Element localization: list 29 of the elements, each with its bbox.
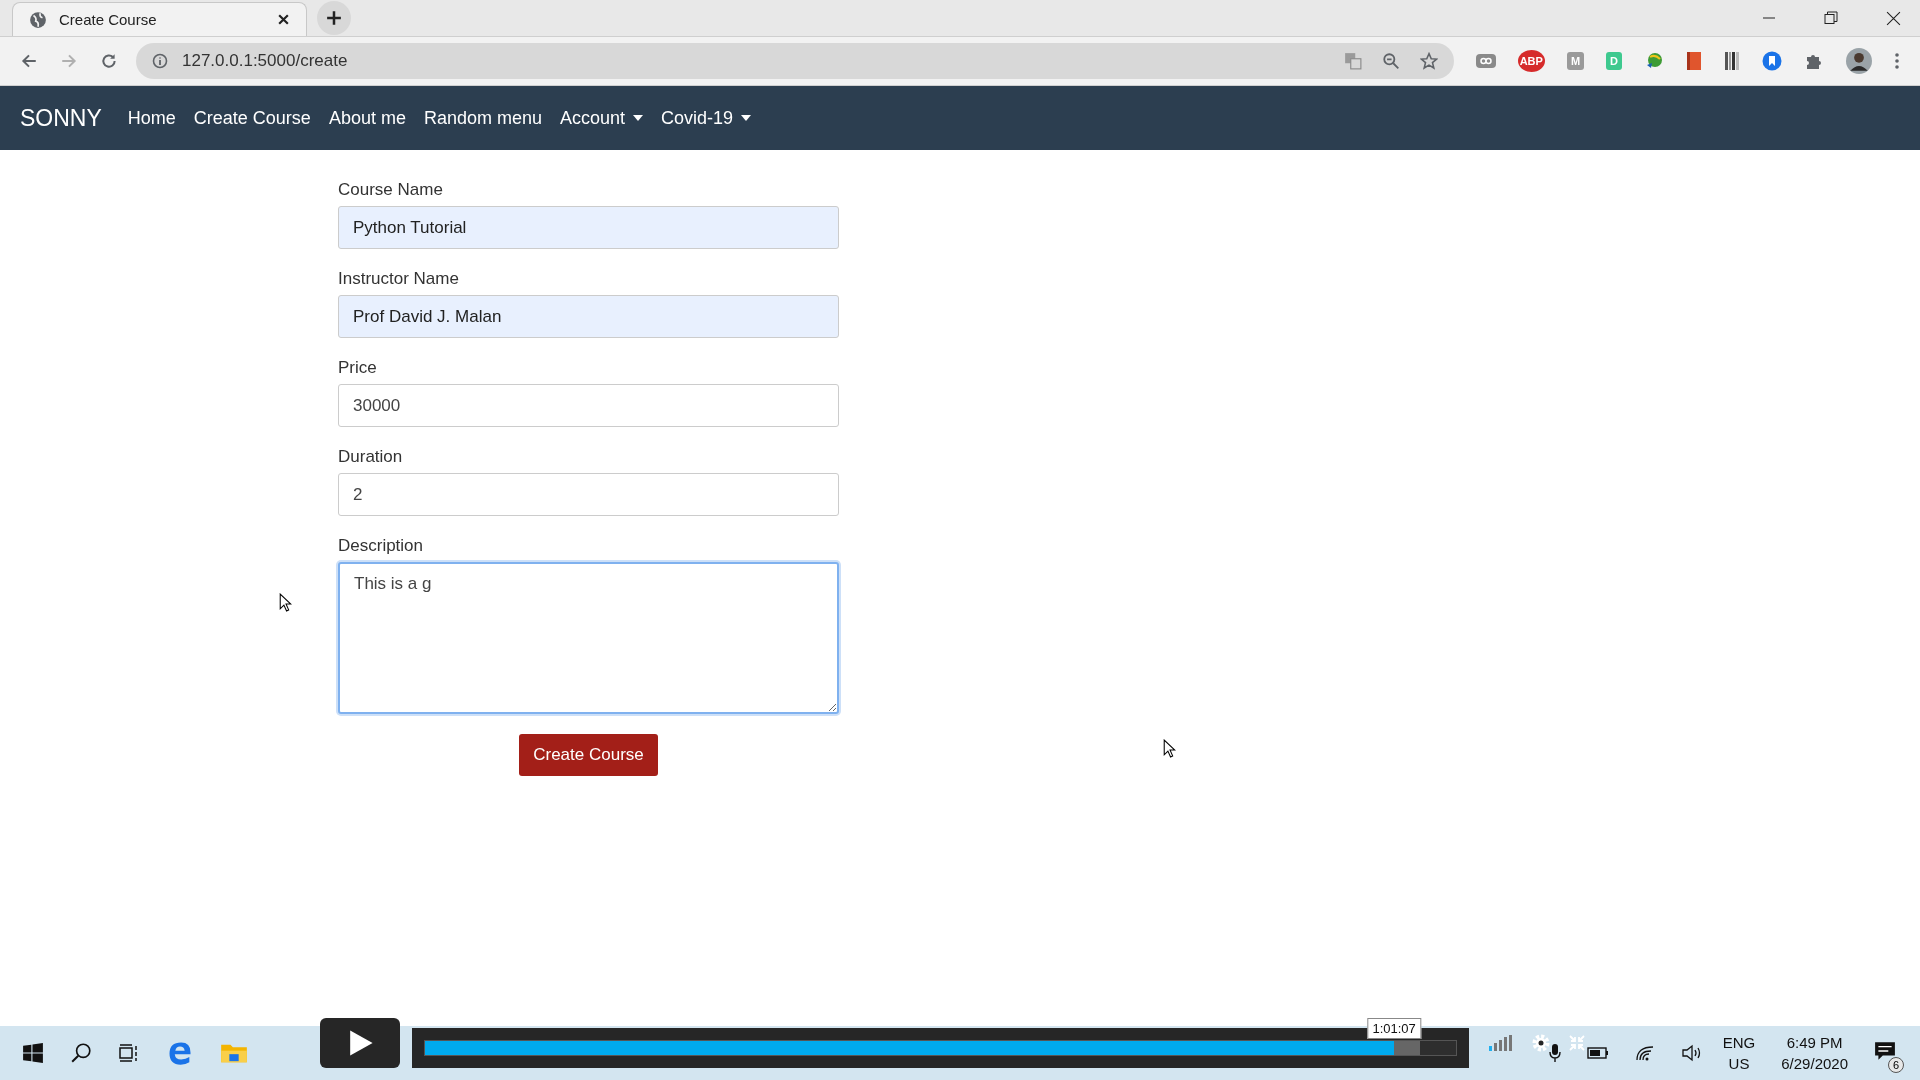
nav-link[interactable]: Random menu [423,107,542,129]
language-indicator[interactable]: ENG [1722,1034,1756,1051]
field-label: Price [338,358,378,378]
time-tooltip: 1:01:07 [1367,1018,1421,1039]
create-course-button[interactable]: Create Course [519,734,658,776]
nav-link[interactable]: About me [328,107,406,129]
address-bar[interactable]: 127.0.0.1:5000/create [136,43,1454,79]
browser-tab[interactable]: Create Course [12,2,307,36]
field-label: Description [338,536,425,556]
url-text: 127.0.0.1:5000/create [182,51,348,71]
extension-button[interactable]: ABP [1517,50,1545,72]
description-field[interactable]: This is a g [338,562,839,714]
clock-date[interactable]: 6/29/2020 [1781,1055,1848,1072]
nav-link[interactable]: Account [560,107,644,129]
nav-link[interactable]: Create Course [193,107,311,129]
input-field[interactable]: Python Tutorial [338,206,839,249]
field-label: Duration [338,447,404,467]
input-field[interactable]: 30000 [338,384,839,427]
input-field[interactable]: 2 [338,473,839,516]
notification-count: 6 [1888,1057,1904,1073]
field-label: Instructor Name [338,269,460,289]
brand-logo[interactable]: SONNY [20,104,102,132]
nav-link[interactable]: Covid-19 [661,107,752,129]
region-indicator[interactable]: US [1728,1055,1750,1072]
clock-time[interactable]: 6:49 PM [1786,1034,1843,1051]
nav-link[interactable]: Home [127,107,176,129]
field-label: Course Name [338,180,444,200]
tab-title: Create Course [59,11,158,28]
input-field[interactable]: Prof David J. Malan [338,295,839,338]
